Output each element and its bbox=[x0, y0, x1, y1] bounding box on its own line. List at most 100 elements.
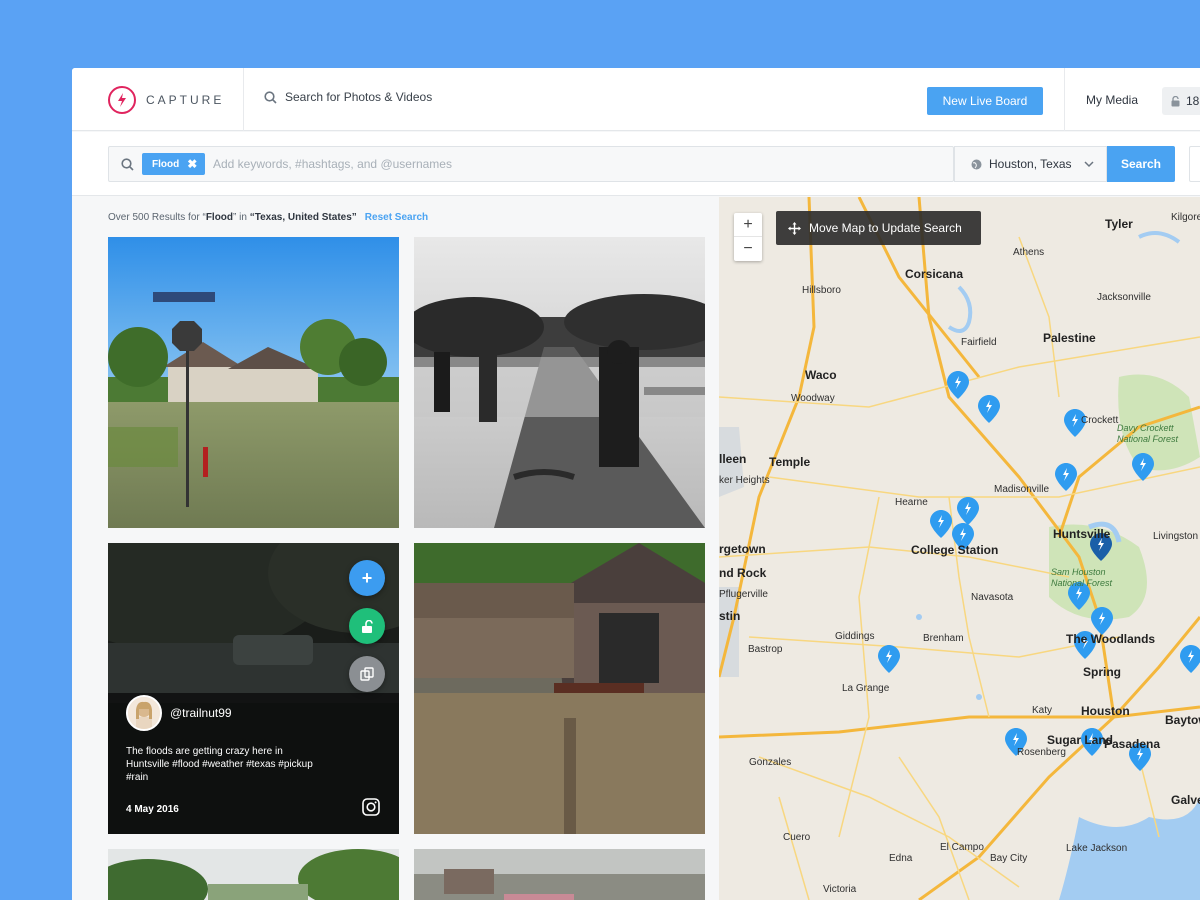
author-handle: @trailnut99 bbox=[170, 706, 232, 720]
map-label: The Woodlands bbox=[1066, 632, 1156, 646]
search-button[interactable]: Search bbox=[1107, 146, 1175, 182]
locked-media-chip[interactable]: 18 bbox=[1162, 87, 1200, 115]
map-label: El Campo bbox=[940, 842, 984, 853]
post-author[interactable]: @trailnut99 bbox=[126, 695, 232, 731]
copy-icon bbox=[360, 667, 374, 681]
filter-button[interactable] bbox=[1189, 146, 1200, 182]
map-label: Spring bbox=[1083, 665, 1121, 679]
map-zoom-control: + − bbox=[734, 213, 762, 261]
map-label: Victoria bbox=[823, 884, 857, 895]
top-search[interactable]: Search for Photos & Videos bbox=[264, 90, 432, 104]
map-label: Livingston bbox=[1153, 531, 1199, 542]
move-icon bbox=[788, 221, 801, 235]
map-label: Waco bbox=[805, 368, 837, 382]
map-label: Madisonville bbox=[994, 484, 1050, 495]
photo-tile[interactable] bbox=[414, 237, 705, 528]
results-summary: Over 500 Results for “Flood” in “Texas, … bbox=[108, 212, 428, 223]
chevron-down-icon bbox=[1084, 161, 1094, 168]
search-row: Flood ✖ Houston, Texas Search bbox=[72, 132, 1200, 196]
map-label: Crockett bbox=[1081, 415, 1119, 426]
reset-search-link[interactable]: Reset Search bbox=[365, 212, 428, 223]
results-map[interactable]: Tyler Kilgore Athens Corsicana Hillsboro… bbox=[719, 197, 1200, 900]
map-label: Hillsboro bbox=[802, 285, 841, 296]
lock-count: 18 bbox=[1186, 94, 1200, 108]
search-tag-flood[interactable]: Flood ✖ bbox=[142, 153, 206, 175]
move-map-label: Move Map to Update Search bbox=[809, 221, 962, 235]
map-label: Galve bbox=[1171, 793, 1200, 807]
location-value: Houston, Texas bbox=[989, 157, 1072, 171]
map-label: Houston bbox=[1081, 704, 1130, 718]
keyword-search-box[interactable]: Flood ✖ bbox=[108, 146, 954, 182]
map-label: Sam Houston National Forest bbox=[1051, 567, 1113, 588]
map-label: Bastrop bbox=[748, 644, 783, 655]
brand[interactable]: CAPTURE bbox=[108, 84, 224, 116]
add-to-board-button[interactable]: + bbox=[349, 560, 385, 596]
summary-middle: ” in bbox=[233, 212, 250, 223]
remove-tag-icon[interactable]: ✖ bbox=[187, 157, 197, 171]
map-label: Fairfield bbox=[961, 337, 997, 348]
capture-logo-icon bbox=[108, 86, 136, 114]
zoom-in-button[interactable]: + bbox=[734, 213, 762, 237]
photo-tile[interactable] bbox=[414, 543, 705, 834]
map-label: Cuero bbox=[783, 832, 811, 843]
copy-button[interactable] bbox=[349, 656, 385, 692]
map-label: lleen bbox=[719, 452, 747, 466]
summary-place: “Texas, United States” bbox=[249, 212, 357, 223]
photo-tile[interactable] bbox=[414, 849, 705, 900]
top-search-label: Search for Photos & Videos bbox=[285, 90, 433, 104]
unlock-button[interactable] bbox=[349, 608, 385, 644]
photo-tile[interactable] bbox=[108, 237, 399, 528]
instagram-icon[interactable] bbox=[362, 798, 380, 816]
map-label: College Station bbox=[911, 543, 999, 557]
header-divider bbox=[1064, 68, 1065, 131]
brand-name: CAPTURE bbox=[146, 93, 225, 107]
post-caption: The floods are getting crazy here in Hun… bbox=[126, 746, 313, 783]
map-label: rgetown bbox=[719, 542, 766, 556]
map-label: Bay City bbox=[990, 853, 1028, 864]
map-label: Huntsville bbox=[1053, 527, 1111, 541]
post-card[interactable]: + @trailnut99 The floods are getting cra… bbox=[108, 543, 399, 834]
map-label: Gonzales bbox=[749, 757, 792, 768]
keyword-input[interactable] bbox=[213, 153, 543, 175]
app-window: CAPTURE Search for Photos & Videos New L… bbox=[72, 68, 1200, 900]
photo-tile[interactable] bbox=[108, 849, 399, 900]
map-label: Athens bbox=[1013, 247, 1045, 258]
map-label: Corsicana bbox=[905, 267, 964, 281]
map-label: Pflugerville bbox=[719, 589, 768, 600]
globe-icon bbox=[971, 159, 982, 169]
my-media-link[interactable]: My Media bbox=[1086, 93, 1138, 107]
map-label: Tyler bbox=[1105, 217, 1133, 231]
top-header: CAPTURE Search for Photos & Videos New L… bbox=[72, 68, 1200, 131]
post-overlay: + @trailnut99 The floods are getting cra… bbox=[108, 543, 399, 834]
map-label: La Grange bbox=[842, 683, 890, 694]
avatar bbox=[126, 695, 162, 731]
move-map-tooltip: Move Map to Update Search bbox=[776, 211, 981, 245]
search-tag-label: Flood bbox=[152, 158, 180, 170]
search-icon bbox=[121, 158, 134, 171]
map-label: Katy bbox=[1032, 705, 1053, 716]
search-icon bbox=[264, 90, 277, 104]
map-label: Woodway bbox=[791, 393, 835, 404]
unlock-icon bbox=[362, 619, 373, 633]
map-label: Giddings bbox=[835, 631, 875, 642]
lock-icon bbox=[1171, 95, 1180, 106]
map-label: nd Rock bbox=[719, 566, 767, 580]
header-divider bbox=[243, 68, 244, 131]
results-panel: Over 500 Results for “Flood” in “Texas, … bbox=[72, 197, 719, 900]
location-select[interactable]: Houston, Texas bbox=[954, 146, 1107, 182]
summary-prefix: Over 500 Results for “ bbox=[108, 212, 206, 223]
map-label: Temple bbox=[769, 455, 811, 469]
map-label: Davy Crockett National Forest bbox=[1117, 423, 1179, 444]
map-label: Pasadena bbox=[1104, 737, 1161, 751]
zoom-out-button[interactable]: − bbox=[734, 237, 762, 261]
map-label: stin bbox=[719, 609, 741, 623]
new-live-board-button[interactable]: New Live Board bbox=[927, 87, 1043, 115]
map-label: Baytown bbox=[1165, 713, 1200, 727]
map-label: Brenham bbox=[923, 633, 964, 644]
map-label: Kilgore bbox=[1171, 212, 1200, 223]
post-date: 4 May 2016 bbox=[126, 804, 179, 815]
summary-query: Flood bbox=[205, 212, 234, 223]
map-label: Navasota bbox=[971, 592, 1014, 603]
map-label: Palestine bbox=[1043, 331, 1096, 345]
map-label: Hearne bbox=[895, 497, 928, 508]
